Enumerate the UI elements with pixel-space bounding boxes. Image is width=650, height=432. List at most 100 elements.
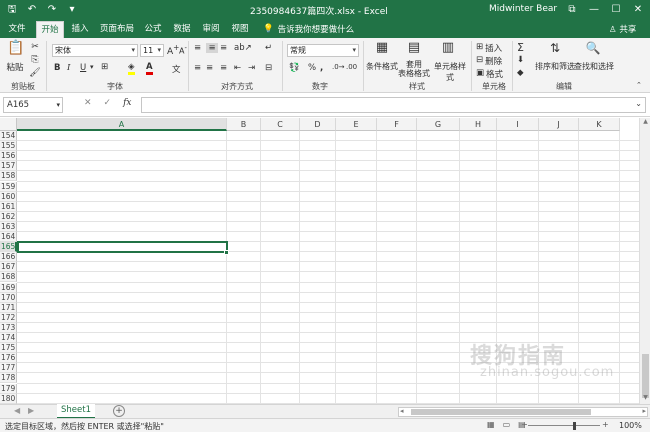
- zoom-slider[interactable]: [528, 425, 600, 426]
- increase-decimal-icon[interactable]: .0→: [332, 63, 345, 71]
- find-select-label[interactable]: 查找和选择: [574, 61, 614, 72]
- shrink-font-icon[interactable]: A-: [179, 44, 187, 56]
- minimize-icon[interactable]: —: [586, 2, 602, 17]
- row-header[interactable]: 163: [0, 221, 17, 232]
- cancel-icon[interactable]: ✕: [84, 98, 92, 108]
- normal-view-icon[interactable]: ▦: [487, 420, 495, 429]
- orientation-icon[interactable]: ab↗: [234, 43, 252, 53]
- fill-icon[interactable]: ⬇: [517, 55, 524, 65]
- prev-sheet-icon[interactable]: ◀: [14, 406, 20, 415]
- cell-styles-icon[interactable]: ▥: [440, 41, 456, 58]
- cell-styles-label[interactable]: 单元格样式: [431, 61, 469, 83]
- next-sheet-icon[interactable]: ▶: [28, 406, 34, 415]
- bold-button[interactable]: B: [54, 63, 60, 73]
- find-select-icon[interactable]: 🔍: [585, 42, 601, 58]
- expand-formula-icon[interactable]: ⌄: [635, 99, 642, 108]
- row-header[interactable]: 157: [0, 161, 17, 172]
- borders-icon[interactable]: ⊞: [101, 62, 108, 72]
- tab-insert[interactable]: 插入: [67, 21, 93, 38]
- row-header[interactable]: 177: [0, 363, 17, 374]
- row-header[interactable]: 162: [0, 211, 17, 222]
- align-top-icon[interactable]: ≡: [194, 43, 201, 53]
- cut-icon[interactable]: ✂: [29, 41, 41, 53]
- column-header[interactable]: F: [377, 118, 417, 131]
- sort-filter-icon[interactable]: ⇅: [547, 42, 563, 58]
- row-header[interactable]: 165: [0, 242, 17, 253]
- format-painter-icon[interactable]: 🖌: [29, 67, 41, 79]
- sheet-tab[interactable]: Sheet1: [57, 404, 95, 419]
- percent-button[interactable]: %: [308, 63, 316, 73]
- column-header[interactable]: B: [227, 118, 261, 131]
- row-header[interactable]: 166: [0, 252, 17, 263]
- column-header[interactable]: H: [460, 118, 497, 131]
- align-bottom-icon[interactable]: ≡: [220, 43, 227, 53]
- row-header[interactable]: 171: [0, 302, 17, 313]
- insert-function-icon[interactable]: fx: [123, 98, 131, 108]
- row-header[interactable]: 174: [0, 333, 17, 343]
- tab-data[interactable]: 数据: [170, 21, 194, 38]
- name-box[interactable]: A165 ▾: [3, 97, 63, 113]
- row-header[interactable]: 176: [0, 353, 17, 364]
- scroll-down-icon[interactable]: ▼: [640, 394, 650, 404]
- close-icon[interactable]: ✕: [630, 2, 646, 17]
- copy-icon[interactable]: ⎘: [29, 54, 41, 66]
- ribbon-display-icon[interactable]: ⧉: [564, 2, 580, 17]
- scroll-right-icon[interactable]: ▸: [642, 407, 646, 415]
- zoom-slider-knob[interactable]: [573, 422, 576, 430]
- row-header[interactable]: 156: [0, 151, 17, 162]
- row-header[interactable]: 154: [0, 131, 17, 141]
- wrap-text-icon[interactable]: ↵: [265, 43, 272, 53]
- scroll-left-icon[interactable]: ◂: [400, 407, 404, 415]
- row-header[interactable]: 180: [0, 393, 17, 404]
- horizontal-scrollbar[interactable]: ◂ ▸: [398, 407, 648, 417]
- column-header[interactable]: I: [497, 118, 539, 131]
- align-left-icon[interactable]: ≡: [194, 63, 201, 73]
- enter-icon[interactable]: ✓: [104, 98, 112, 108]
- row-header[interactable]: 158: [0, 171, 17, 182]
- vertical-scroll-thumb[interactable]: [642, 354, 649, 398]
- fill-color-icon[interactable]: ◈: [128, 62, 135, 75]
- font-size-combo[interactable]: 11 ▾: [140, 44, 164, 57]
- tab-file[interactable]: 文件: [4, 21, 30, 38]
- comma-style-icon[interactable]: ,: [320, 63, 323, 73]
- tab-formulas[interactable]: 公式: [141, 21, 165, 38]
- font-name-combo[interactable]: 宋体 ▾: [52, 44, 138, 57]
- row-header[interactable]: 159: [0, 181, 17, 192]
- add-sheet-icon[interactable]: +: [113, 405, 125, 417]
- format-cells-button[interactable]: ▣ 格式: [476, 68, 503, 80]
- align-right-icon[interactable]: ≡: [220, 63, 227, 73]
- align-center-icon[interactable]: ≡: [206, 63, 213, 73]
- row-header[interactable]: 168: [0, 272, 17, 283]
- row-header[interactable]: 173: [0, 322, 17, 333]
- zoom-level[interactable]: 100%: [619, 421, 642, 430]
- insert-cells-button[interactable]: ⊞ 插入: [476, 42, 502, 54]
- chevron-down-icon[interactable]: ▾: [90, 63, 94, 71]
- column-header[interactable]: C: [261, 118, 300, 131]
- column-header[interactable]: G: [417, 118, 460, 131]
- row-header[interactable]: 179: [0, 383, 17, 394]
- selected-cell[interactable]: [17, 241, 228, 254]
- column-header[interactable]: J: [539, 118, 579, 131]
- zoom-out-icon[interactable]: −: [521, 420, 528, 429]
- row-header[interactable]: 169: [0, 282, 17, 293]
- tab-page-layout[interactable]: 页面布局: [98, 21, 136, 38]
- conditional-format-label[interactable]: 条件格式: [366, 61, 398, 72]
- clear-icon[interactable]: ◆: [517, 68, 524, 78]
- merge-center-icon[interactable]: ⊟: [265, 63, 272, 73]
- row-header[interactable]: 155: [0, 141, 17, 152]
- zoom-in-icon[interactable]: +: [602, 420, 609, 429]
- sort-filter-label[interactable]: 排序和筛选: [535, 61, 575, 72]
- number-format-combo[interactable]: 常规 ▾: [287, 44, 359, 57]
- delete-cells-button[interactable]: ⊟ 删除: [476, 55, 502, 67]
- paste-label[interactable]: 粘贴: [5, 61, 25, 73]
- tab-home[interactable]: 开始: [36, 21, 64, 38]
- row-header[interactable]: 161: [0, 201, 17, 212]
- horizontal-scroll-thumb[interactable]: [411, 409, 591, 415]
- currency-icon[interactable]: 💱: [289, 63, 300, 73]
- save-icon[interactable]: 🖫: [6, 3, 18, 16]
- scroll-up-icon[interactable]: ▲: [640, 118, 650, 128]
- column-header[interactable]: A: [17, 118, 227, 131]
- row-header[interactable]: 160: [0, 191, 17, 202]
- row-header[interactable]: 164: [0, 232, 17, 242]
- conditional-format-icon[interactable]: ▦: [374, 41, 390, 58]
